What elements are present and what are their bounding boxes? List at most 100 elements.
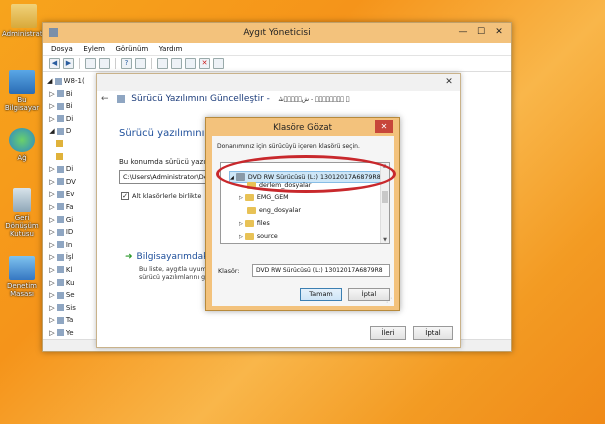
update-driver-icon[interactable] bbox=[171, 58, 182, 69]
scroll-thumb[interactable] bbox=[382, 191, 388, 203]
control-panel-icon bbox=[9, 256, 35, 280]
desktop-icon-admin[interactable]: Administrator bbox=[2, 4, 50, 38]
desktop-icon-this-pc[interactable]: Bu Bilgisayar bbox=[0, 70, 44, 112]
maximize-button[interactable]: ☐ bbox=[473, 25, 489, 39]
close-button[interactable]: ✕ bbox=[491, 25, 507, 39]
tree-item[interactable]: ▷ Ev bbox=[47, 188, 95, 201]
tree-item[interactable]: ▷ DV bbox=[47, 176, 95, 189]
scroll-down-icon[interactable]: ▼ bbox=[381, 237, 389, 243]
device-icon bbox=[56, 190, 64, 198]
device-icon bbox=[56, 102, 64, 110]
warning-device-icon bbox=[55, 140, 63, 148]
cancel-button[interactable]: İptal bbox=[413, 326, 453, 340]
browse-title: Klasöre Gözat bbox=[273, 123, 332, 133]
browse-body: Donanımınız için sürücüyü içeren klasörü… bbox=[212, 136, 394, 306]
tree-item[interactable]: ▷ Bi bbox=[47, 88, 95, 101]
menu-action[interactable]: Eylem bbox=[83, 43, 105, 56]
tree-item[interactable]: ▷ Fa bbox=[47, 201, 95, 214]
tree-item[interactable]: ▷ In bbox=[47, 239, 95, 252]
device-icon bbox=[56, 228, 64, 236]
device-tree: ◢ W8-1( ▷ Bi ▷ Bi ▷ Di ◢ D ▷ Di ▷ DV ▷ E… bbox=[47, 75, 95, 352]
tree-item[interactable]: ▷ Ku bbox=[47, 277, 95, 290]
window-title: Aygıt Yöneticisi bbox=[243, 28, 311, 38]
tree-item-folder[interactable]: ▷ EMG_GEM bbox=[239, 192, 289, 204]
list-view-icon[interactable] bbox=[99, 58, 110, 69]
desktop-icon-label: Ağ bbox=[17, 154, 27, 162]
disable-device-icon[interactable] bbox=[185, 58, 196, 69]
include-subfolders-checkbox[interactable]: ✓ Alt klasörlerle birlikte bbox=[121, 192, 201, 200]
ok-button[interactable]: Tamam bbox=[300, 288, 342, 301]
tree-item[interactable]: ▷ Se bbox=[47, 289, 95, 302]
tree-item[interactable]: ▷ İşl bbox=[47, 251, 95, 264]
browse-close-button[interactable]: ✕ bbox=[375, 120, 393, 133]
pick-from-list-link[interactable]: ➜ Bilgisayarımdak bbox=[125, 252, 208, 262]
tree-item[interactable] bbox=[47, 138, 95, 151]
menu-help[interactable]: Yardım bbox=[159, 43, 183, 56]
resize-grip-icon[interactable]: ⋰ bbox=[386, 297, 392, 304]
browse-instruction: Donanımınız için sürücüyü içeren klasörü… bbox=[217, 143, 360, 150]
tree-item-folder[interactable]: eng_dosyalar bbox=[247, 205, 301, 217]
minimize-button[interactable]: — bbox=[455, 25, 471, 39]
tree-item[interactable]: ▷ Bi bbox=[47, 100, 95, 113]
device-icon bbox=[56, 329, 64, 337]
device-icon bbox=[56, 115, 64, 123]
tree-scrollbar[interactable]: ▲ ▼ bbox=[380, 163, 389, 243]
recycle-bin-icon bbox=[13, 188, 31, 212]
scan-hardware-icon[interactable] bbox=[157, 58, 168, 69]
device-icon bbox=[117, 94, 126, 103]
back-icon[interactable]: ◀ bbox=[49, 58, 60, 69]
toolbar-separator bbox=[79, 58, 80, 69]
menu-view[interactable]: Görünüm bbox=[116, 43, 149, 56]
toolbar: ◀ ▶ ? ✕ bbox=[43, 56, 511, 72]
device-icon bbox=[56, 241, 64, 249]
device-icon bbox=[56, 127, 64, 135]
browse-title-bar: Klasöre Gözat ✕ bbox=[206, 118, 399, 136]
forward-icon[interactable]: ▶ bbox=[63, 58, 74, 69]
desktop-icon-network[interactable]: Ağ bbox=[0, 128, 44, 162]
device-icon bbox=[56, 165, 64, 173]
checkbox-icon[interactable]: ✓ bbox=[121, 192, 129, 200]
folder-tree[interactable]: ◢ DVD RW Sürücüsü (L:) 13012017A6879R8 d… bbox=[220, 162, 390, 244]
back-arrow-icon[interactable]: ← bbox=[101, 94, 109, 104]
show-hidden-icon[interactable] bbox=[135, 58, 146, 69]
computer-icon bbox=[9, 70, 35, 94]
user-folder-icon bbox=[11, 4, 37, 28]
tree-root[interactable]: ◢ W8-1( bbox=[47, 75, 95, 88]
computer-icon bbox=[54, 77, 62, 85]
tree-item[interactable]: ▷ Kl bbox=[47, 264, 95, 277]
next-button[interactable]: İleri bbox=[370, 326, 406, 340]
desktop-icon-control-panel[interactable]: Denetim Masası bbox=[0, 256, 44, 298]
desktop-icon-recycle-bin[interactable]: Geri Dönüşüm Kutusu bbox=[0, 188, 44, 238]
tree-item[interactable]: ▷ Ta bbox=[47, 314, 95, 327]
tree-item[interactable]: ▷ ID bbox=[47, 226, 95, 239]
properties-icon[interactable] bbox=[85, 58, 96, 69]
menu-file[interactable]: Dosya bbox=[51, 43, 73, 56]
scan-changes-icon[interactable] bbox=[213, 58, 224, 69]
tree-item-folder[interactable]: ▷ files bbox=[239, 218, 270, 230]
tree-item[interactable]: ▷ Ye bbox=[47, 327, 95, 340]
uninstall-device-icon[interactable]: ✕ bbox=[199, 58, 210, 69]
tree-item[interactable]: ▷ Sis bbox=[47, 302, 95, 315]
desktop-icon-label: Geri Dönüşüm Kutusu bbox=[5, 214, 39, 238]
menu-bar: Dosya Eylem Görünüm Yardım bbox=[43, 43, 511, 56]
folder-label: Klasör: bbox=[218, 268, 240, 275]
help-icon[interactable]: ? bbox=[121, 58, 132, 69]
tree-item[interactable]: ▷ Gi bbox=[47, 214, 95, 227]
tree-item[interactable]: ▷ Di bbox=[47, 113, 95, 126]
device-icon bbox=[56, 266, 64, 274]
wizard-close-button[interactable]: ✕ bbox=[442, 76, 456, 88]
dvd-drive-icon bbox=[235, 173, 245, 181]
browse-folder-dialog: Klasöre Gözat ✕ Donanımınız için sürücüy… bbox=[205, 117, 400, 311]
tree-item[interactable]: ▷ Di bbox=[47, 163, 95, 176]
network-globe-icon bbox=[9, 128, 35, 152]
browse-cancel-button[interactable]: İptal bbox=[348, 288, 390, 301]
tree-item[interactable] bbox=[47, 151, 95, 164]
tree-item[interactable]: ◢ D bbox=[47, 125, 95, 138]
tree-item-folder[interactable]: derlem_dosyalar bbox=[247, 180, 311, 192]
green-arrow-icon: ➜ bbox=[125, 252, 133, 262]
path-field[interactable]: C:\Users\Administrator\De bbox=[119, 170, 211, 184]
scroll-up-icon[interactable]: ▲ bbox=[381, 163, 389, 169]
desktop-icon-label: Administrator bbox=[2, 30, 50, 38]
folder-field[interactable]: DVD RW Sürücüsü (L:) 13012017A6879R8 bbox=[252, 264, 390, 277]
tree-item-folder[interactable]: ▷ source bbox=[239, 231, 278, 243]
